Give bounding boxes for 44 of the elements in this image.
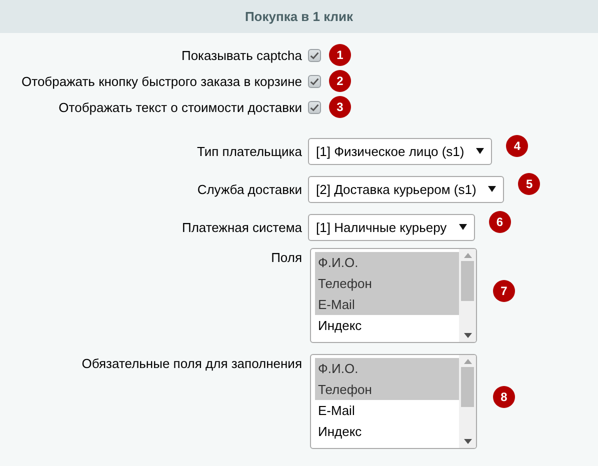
number-badge: 1	[329, 44, 351, 66]
option-label: Отображать кнопку быстрого заказа в корзине	[20, 74, 302, 88]
list-option[interactable]: Телефон	[315, 379, 459, 400]
checkbox[interactable]	[308, 74, 321, 88]
checkbox[interactable]	[308, 100, 321, 114]
scroll-thumb[interactable]	[461, 261, 474, 301]
number-badge: 7	[493, 280, 515, 302]
number-badge: 8	[493, 386, 515, 408]
option-label: Показывать captcha	[180, 48, 302, 62]
list-option[interactable]: Индекс	[315, 315, 459, 336]
field-label: Тип плательщика	[196, 144, 302, 158]
list-option[interactable]: Телефон	[315, 273, 459, 294]
number-badge: 5	[518, 173, 540, 195]
number-badge: 2	[329, 70, 351, 92]
scrollbar[interactable]	[459, 249, 476, 342]
field-label: Обязательные поля для заполнения	[80, 355, 302, 371]
scroll-up-icon[interactable]	[464, 359, 472, 364]
option-label: Отображать текст о стоимости доставки	[58, 100, 302, 114]
scroll-thumb[interactable]	[461, 367, 474, 407]
number-badge: 4	[506, 135, 528, 157]
number-badge: 6	[488, 211, 511, 233]
caret-icon	[458, 224, 467, 230]
field-label: Платежная система	[181, 220, 302, 234]
caret-icon	[488, 186, 496, 192]
scroll-up-icon[interactable]	[464, 253, 472, 258]
list-option[interactable]: Ф.И.О.	[315, 358, 459, 379]
scroll-down-icon[interactable]	[464, 333, 472, 338]
number-badge: 3	[329, 96, 351, 118]
list-option[interactable]: E-Mail	[315, 400, 459, 421]
caret-icon	[476, 148, 484, 154]
scrollbar[interactable]	[459, 355, 476, 448]
dropdown[interactable]: [1] Наличные курьеру	[308, 214, 475, 240]
dropdown[interactable]: [1] Физическое лицо (s1)	[308, 138, 492, 164]
list-box[interactable]: Ф.И.О. Телефон E-Mail Индекс	[310, 354, 477, 449]
field-label: Служба доставки	[196, 182, 302, 196]
dropdown[interactable]: [2] Доставка курьером (s1)	[308, 176, 504, 202]
checkbox[interactable]	[308, 48, 321, 62]
list-option[interactable]: E-Mail	[315, 294, 459, 315]
section-title: Покупка в 1 клик	[244, 9, 354, 24]
list-option[interactable]: Ф.И.О.	[315, 252, 459, 273]
list-box[interactable]: Ф.И.О. Телефон E-Mail Индекс	[310, 248, 477, 343]
field-label: Поля	[270, 249, 302, 265]
list-option[interactable]: Индекс	[315, 421, 459, 442]
scroll-down-icon[interactable]	[464, 439, 472, 444]
